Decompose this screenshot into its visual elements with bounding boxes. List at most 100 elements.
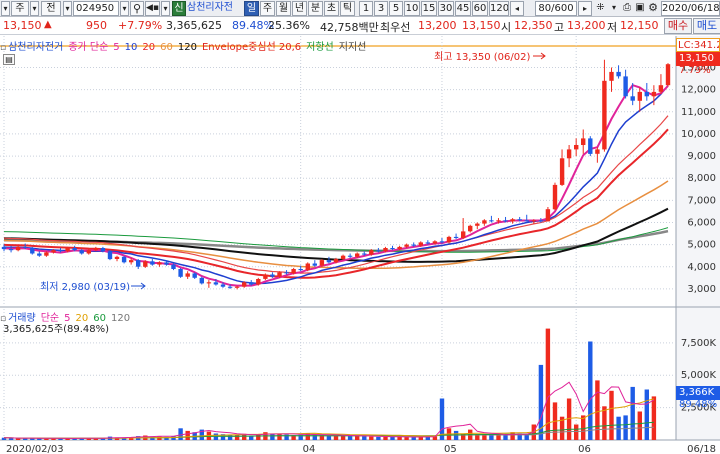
volume-legend-ma120[interactable]: 120 (111, 313, 130, 324)
legend-ma20[interactable]: 20 (142, 42, 155, 53)
legend-envelope[interactable]: Envelope중심선 20,6 (202, 42, 301, 53)
candle-body[interactable] (510, 219, 515, 222)
volume-bar[interactable] (609, 390, 614, 440)
candle-body[interactable] (178, 269, 183, 277)
volume-bar[interactable] (602, 406, 607, 440)
legend-ma5[interactable]: 5 (113, 42, 119, 53)
candle-body[interactable] (157, 262, 162, 265)
candle-body[interactable] (227, 286, 233, 288)
candle-body[interactable] (30, 248, 35, 254)
candle-body[interactable] (581, 138, 586, 145)
panel-menu-icon[interactable]: ▤ (3, 54, 15, 65)
candle-body[interactable] (79, 250, 84, 254)
candle-body[interactable] (439, 241, 445, 243)
volume-bar[interactable] (644, 389, 649, 441)
candle-body[interactable] (199, 277, 204, 284)
candle-body[interactable] (630, 96, 635, 101)
candle-body[interactable] (340, 255, 346, 259)
candle-body[interactable] (404, 244, 409, 247)
candle-body[interactable] (644, 91, 649, 97)
candle-body[interactable] (72, 248, 77, 251)
candle-body[interactable] (369, 250, 374, 255)
volume-bar[interactable] (44, 438, 49, 440)
candle-body[interactable] (390, 248, 395, 250)
candle-body[interactable] (362, 253, 367, 255)
candle-body[interactable] (489, 220, 494, 222)
candle-body[interactable] (326, 260, 332, 263)
candle-body[interactable] (143, 261, 148, 267)
legend-ma10[interactable]: 10 (125, 42, 138, 53)
candle-body[interactable] (588, 138, 593, 154)
candle-body[interactable] (23, 246, 28, 248)
candle-body[interactable] (107, 251, 113, 260)
legend-stock-name[interactable]: 삼천리자전거 (8, 42, 63, 53)
candle-body[interactable] (206, 282, 212, 284)
volume-bar[interactable] (227, 434, 233, 440)
candle-body[interactable] (595, 149, 600, 154)
candle-body[interactable] (213, 282, 219, 285)
candle-body[interactable] (665, 64, 671, 86)
candle-body[interactable] (376, 250, 381, 252)
volume-bar[interactable] (333, 435, 339, 440)
candle-body[interactable] (383, 248, 388, 252)
candle-body[interactable] (277, 272, 282, 277)
candle-body[interactable] (15, 246, 21, 251)
legend-ma120[interactable]: 120 (178, 42, 197, 53)
candle-body[interactable] (37, 253, 42, 256)
candle-body[interactable] (545, 209, 551, 222)
volume-bar[interactable] (588, 341, 593, 441)
candle-body[interactable] (121, 256, 127, 263)
candle-body[interactable] (298, 269, 303, 271)
legend-ma60[interactable]: 60 (160, 42, 173, 53)
candle-body[interactable] (129, 260, 134, 263)
volume-bar[interactable] (185, 430, 190, 440)
volume-bar[interactable] (376, 436, 381, 440)
candle-body[interactable] (538, 220, 544, 222)
volume-bar[interactable] (595, 380, 600, 440)
legend-resistance[interactable]: 저항선 (306, 42, 334, 53)
volume-bar[interactable] (482, 434, 487, 440)
candle-body[interactable] (531, 220, 536, 222)
candle-body[interactable] (496, 220, 501, 222)
candle-body[interactable] (524, 220, 529, 222)
candle-body[interactable] (446, 236, 452, 243)
candle-body[interactable] (503, 220, 508, 222)
volume-bar[interactable] (277, 434, 282, 440)
candle-body[interactable] (164, 262, 169, 265)
candle-body[interactable] (623, 76, 628, 97)
legend-ma-label[interactable]: 종가 단순 (68, 42, 108, 53)
candle-body[interactable] (86, 250, 91, 254)
candle-body[interactable] (566, 149, 572, 159)
candle-body[interactable] (468, 225, 473, 232)
candle-body[interactable] (418, 242, 423, 246)
candle-body[interactable] (242, 282, 247, 287)
candle-body[interactable] (305, 263, 310, 271)
volume-bar[interactable] (623, 415, 628, 440)
candle-body[interactable] (616, 71, 621, 77)
chart-canvas[interactable]: 13,00012,00011,00010,0009,0008,0007,0006… (0, 0, 720, 454)
volume-bar[interactable] (383, 436, 388, 440)
candle-body[interactable] (658, 85, 664, 92)
volume-bar[interactable] (637, 411, 642, 441)
volume-bar[interactable] (630, 386, 635, 440)
candle-body[interactable] (461, 231, 466, 238)
candle-body[interactable] (333, 259, 339, 263)
candle-body[interactable] (8, 249, 14, 251)
candle-body[interactable] (347, 255, 353, 257)
candle-body[interactable] (475, 223, 480, 226)
candle-body[interactable] (65, 248, 70, 252)
volume-bar[interactable] (178, 428, 183, 440)
candle-body[interactable] (355, 253, 360, 257)
candle-body[interactable] (319, 260, 325, 266)
candle-body[interactable] (256, 279, 261, 285)
candle-body[interactable] (234, 286, 240, 288)
candle-body[interactable] (397, 246, 402, 250)
volume-bar[interactable] (411, 437, 416, 440)
candle-body[interactable] (185, 273, 190, 277)
candle-body[interactable] (651, 91, 657, 97)
candle-body[interactable] (100, 248, 106, 252)
candle-body[interactable] (432, 241, 438, 244)
candle-body[interactable] (93, 248, 98, 251)
candle-body[interactable] (609, 71, 614, 81)
candle-body[interactable] (637, 91, 642, 101)
